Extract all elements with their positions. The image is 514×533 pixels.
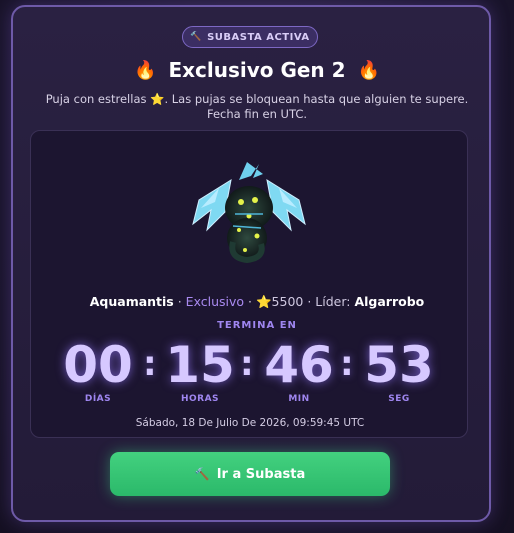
countdown-hours: 15 HORAS (160, 336, 240, 404)
description-text-start: Puja con estrellas (45, 92, 147, 106)
days-value: 00 (63, 336, 133, 394)
end-date: Sábado, 18 De Julio De 2026, 09:59:45 UT… (135, 417, 365, 429)
time-separator: : (340, 344, 354, 384)
hours-label: HORAS (180, 394, 220, 404)
fire-icon: 🔥 (134, 59, 157, 81)
hammer-icon: 🔨 (190, 32, 203, 42)
hours-value: 15 (165, 336, 235, 394)
badge-label: SUBASTA ACTIVA (207, 31, 310, 43)
title-text: Exclusivo Gen 2 (168, 58, 346, 82)
auction-description: Puja con estrellas ⭐. Las pujas se bloqu… (30, 92, 484, 122)
go-to-auction-label: Ir a Subasta (216, 466, 306, 482)
minutes-value: 46 (264, 336, 334, 394)
leader-name: Algarrobo (354, 294, 425, 309)
star-icon: ⭐ (255, 294, 272, 309)
countdown-minutes: 46 MIN (259, 336, 339, 404)
countdown-label: TERMINA EN (217, 320, 297, 331)
countdown-seconds: 53 SEG (359, 336, 439, 404)
go-to-auction-button[interactable]: 🔨 Ir a Subasta (110, 452, 390, 496)
separator: · (303, 294, 316, 309)
countdown-timer: 00 DÍAS : 15 HORAS : 46 MIN : 53 SEG (0, 336, 514, 406)
fire-icon: 🔥 (357, 59, 380, 81)
star-icon: ⭐ (150, 92, 165, 106)
creature-image (192, 162, 306, 264)
minutes-label: MIN (288, 394, 310, 404)
countdown-days: 00 DÍAS (58, 336, 138, 404)
item-price: 5500 (271, 294, 304, 309)
active-auction-badge: 🔨 SUBASTA ACTIVA (182, 26, 318, 48)
seconds-value: 53 (364, 336, 434, 394)
separator: · (173, 294, 186, 309)
item-rarity: Exclusivo (185, 294, 245, 309)
description-text-end: . Las pujas se bloquean hasta que alguie… (164, 92, 469, 121)
leader-label: Líder: (315, 294, 351, 309)
hammer-icon: 🔨 (194, 467, 210, 481)
item-name: Aquamantis (89, 294, 174, 309)
separator: · (244, 294, 256, 309)
seconds-label: SEG (388, 394, 410, 404)
days-label: DÍAS (84, 394, 112, 404)
time-separator: : (143, 344, 157, 384)
time-separator: : (240, 344, 254, 384)
item-info: Aquamantis · Exclusivo · ⭐5500 · Líder: … (0, 294, 514, 310)
page-title: 🔥 Exclusivo Gen 2 🔥 (0, 58, 514, 82)
